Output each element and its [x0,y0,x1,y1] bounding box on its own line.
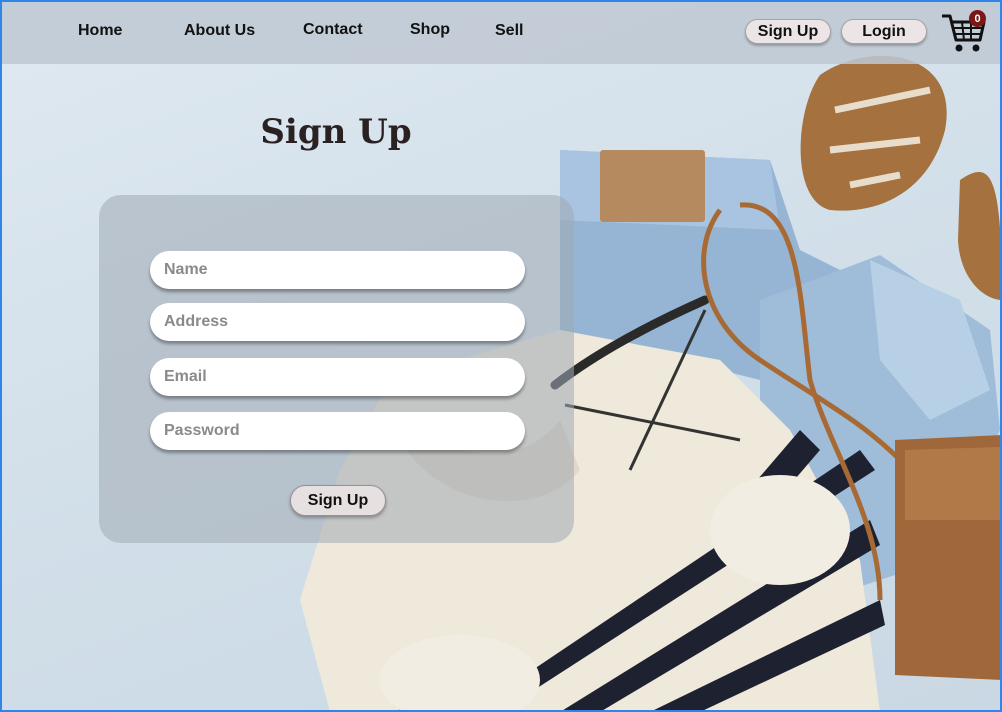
nav-link-sell[interactable]: Sell [495,22,523,40]
signup-submit-button[interactable]: Sign Up [290,485,386,516]
signup-form-panel: Sign Up [99,195,574,543]
page-title: Sign Up [260,112,412,152]
cart-count-badge: 0 [969,10,986,27]
name-input[interactable] [150,251,525,289]
nav-link-contact[interactable]: Contact [303,21,363,39]
password-input[interactable] [150,412,525,450]
signup-nav-button[interactable]: Sign Up [745,19,831,44]
nav-link-about-us[interactable]: About Us [184,22,255,40]
address-input[interactable] [150,303,525,341]
nav-link-shop[interactable]: Shop [410,21,450,39]
email-input[interactable] [150,358,525,396]
top-navigation-bar: Home About Us Contact Shop Sell Sign Up … [0,0,1002,64]
nav-link-home[interactable]: Home [78,22,122,40]
login-nav-button[interactable]: Login [841,19,927,44]
cart-button[interactable]: 0 [940,10,986,54]
